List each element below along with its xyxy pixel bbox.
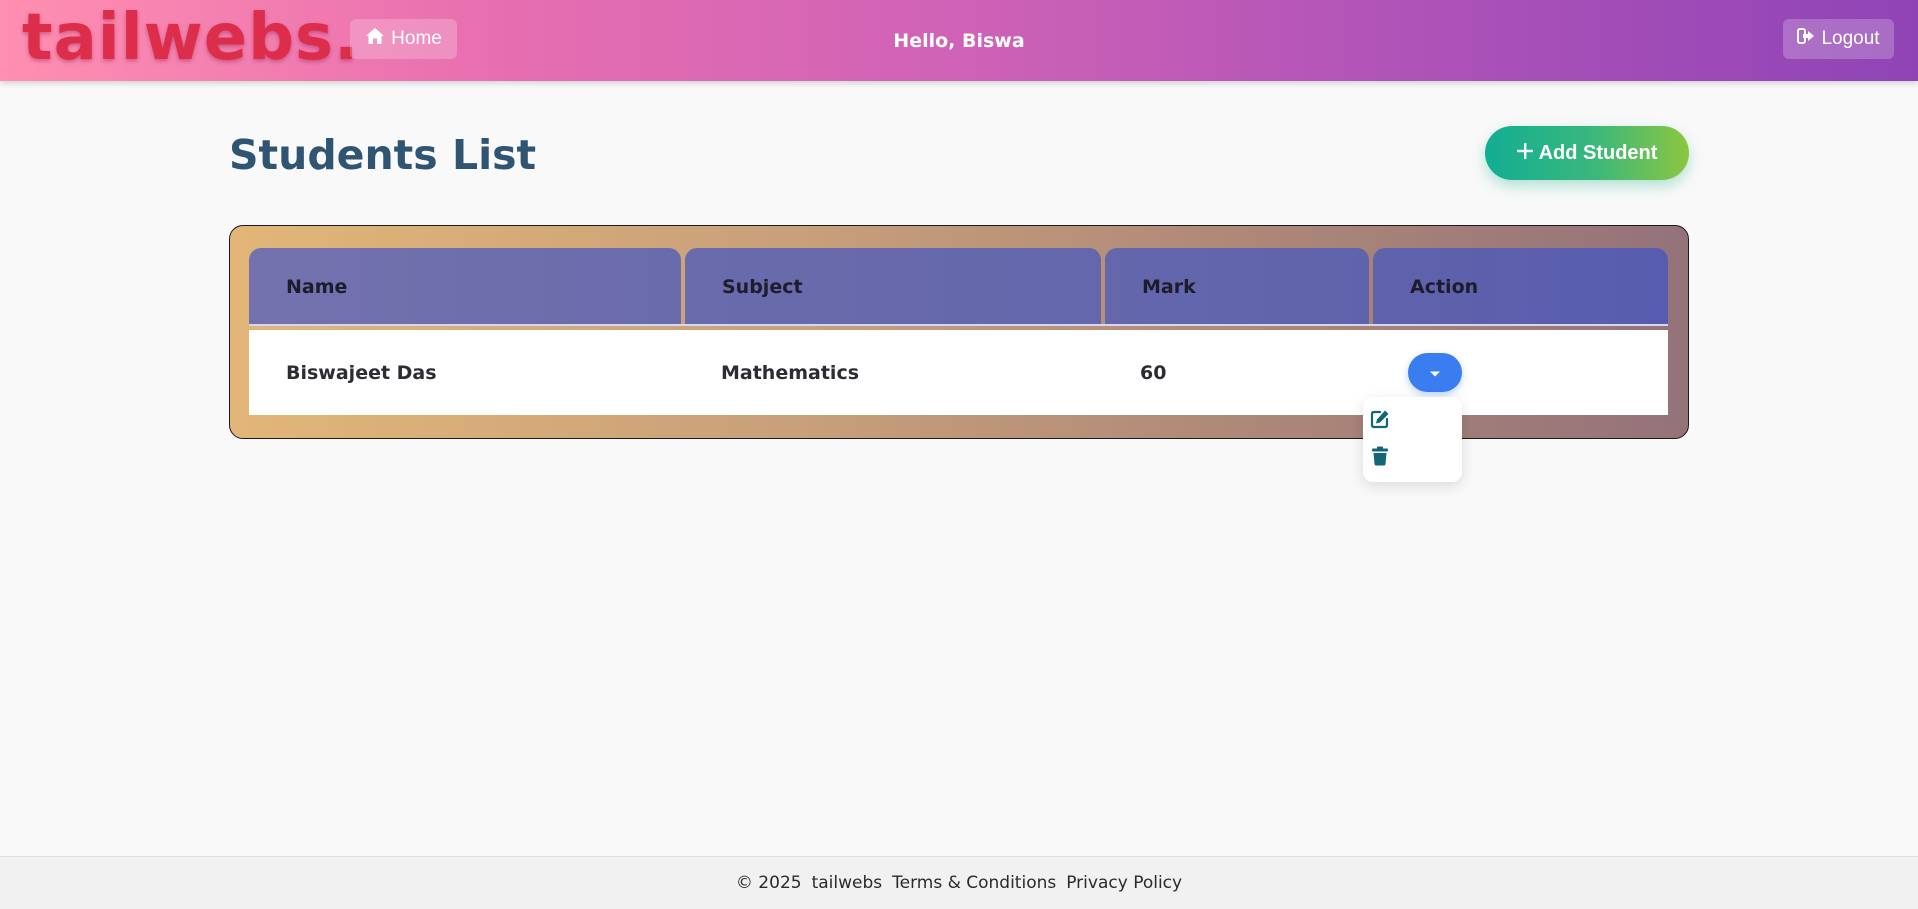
column-header-mark: Mark — [1105, 248, 1369, 326]
home-button-label: Home — [391, 28, 442, 49]
add-student-button[interactable]: Add Student — [1485, 126, 1689, 180]
delete-student-button[interactable] — [1365, 443, 1395, 473]
cell-mark: 60 — [1140, 361, 1167, 384]
home-button[interactable]: Home — [350, 19, 457, 59]
table-header-row: Name Subject Mark Action — [249, 248, 1668, 326]
edit-icon — [1370, 409, 1390, 433]
edit-student-button[interactable] — [1365, 406, 1395, 436]
column-header-subject: Subject — [685, 248, 1101, 326]
action-dropdown-button[interactable] — [1408, 353, 1462, 392]
logout-button-label: Logout — [1821, 28, 1880, 49]
brand-logo[interactable]: tailwebs. — [22, 0, 359, 78]
caret-down-icon — [1429, 363, 1441, 382]
column-header-name: Name — [249, 248, 681, 326]
logout-button[interactable]: Logout — [1783, 19, 1894, 59]
plus-icon — [1516, 142, 1533, 165]
home-icon — [365, 27, 385, 51]
sign-out-icon — [1797, 27, 1815, 51]
privacy-link[interactable]: Privacy Policy — [1066, 873, 1182, 893]
page-title: Students List — [229, 131, 537, 179]
add-student-label: Add Student — [1538, 141, 1658, 164]
terms-link[interactable]: Terms & Conditions — [892, 873, 1056, 893]
cell-subject: Mathematics — [721, 361, 860, 384]
column-header-action: Action — [1373, 248, 1668, 326]
header-divider — [249, 324, 1668, 326]
trash-icon — [1371, 446, 1389, 470]
page-footer: © 2025 tailwebs Terms & Conditions Priva… — [0, 856, 1918, 909]
top-navbar: tailwebs. Home Hello, Biswa Logout — [0, 0, 1918, 81]
footer-brand: tailwebs — [811, 873, 883, 893]
cell-student-name: Biswajeet Das — [286, 361, 437, 384]
footer-copyright: © 2025 — [735, 873, 802, 893]
